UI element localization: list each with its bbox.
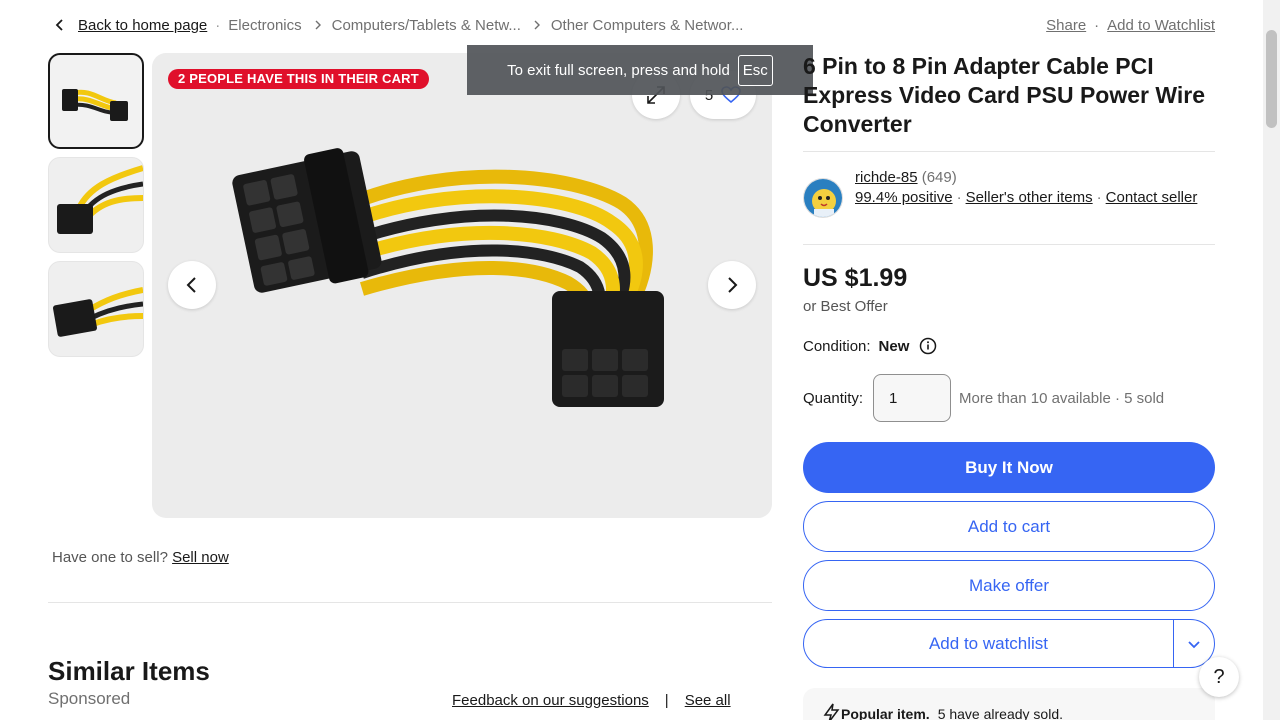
fullscreen-exit-toast: To exit full screen, press and hold Esc [467, 45, 813, 95]
seller-other-items-link[interactable]: Seller's other items [966, 189, 1093, 206]
cable-thumbnail-image [53, 287, 143, 337]
chevron-right-icon [534, 20, 540, 30]
cart-count-badge: 2 PEOPLE HAVE THIS IN THEIR CART [168, 69, 429, 89]
help-button[interactable]: ? [1199, 657, 1239, 697]
previous-image-button[interactable] [168, 261, 216, 309]
cable-thumbnail-image [62, 89, 128, 121]
breadcrumb-separator: · [215, 16, 221, 34]
thumbnail-list [48, 53, 144, 365]
breadcrumb-item-electronics[interactable]: Electronics [228, 17, 301, 34]
chevron-left-icon[interactable] [52, 17, 68, 33]
add-to-watchlist-button[interactable]: Add to watchlist [804, 620, 1174, 667]
seller-feedback-count: (649) [921, 169, 957, 186]
contact-seller-link[interactable]: Contact seller [1106, 189, 1198, 206]
chevron-right-icon [315, 20, 321, 30]
similar-items-links: Feedback on our suggestions | See all [452, 692, 731, 709]
seller-info: richde-85 (649) 99.4% positive · Seller's … [855, 168, 1197, 218]
add-to-cart-button[interactable]: Add to cart [803, 501, 1215, 552]
product-title: 6 Pin to 8 Pin Adapter Cable PCI Express… [803, 53, 1206, 137]
feedback-link[interactable]: Feedback on our suggestions [452, 692, 649, 709]
thumbnail-2[interactable] [48, 157, 144, 253]
availability-text: More than 10 available · 5 sold [959, 389, 1165, 407]
cable-thumbnail-image [57, 165, 143, 234]
product-image-viewer[interactable]: 2 PEOPLE HAVE THIS IN THEIR CART 5 [152, 53, 772, 518]
popular-title: Popular item. [841, 706, 930, 720]
condition-label: Condition: [803, 337, 871, 355]
chevron-down-icon [1188, 640, 1200, 648]
action-separator: · [1094, 16, 1100, 34]
add-to-watchlist-split-button: Add to watchlist [803, 619, 1215, 668]
best-offer-label: or Best Offer [803, 298, 888, 315]
condition-row: Condition: New [803, 337, 937, 355]
share-link[interactable]: Share [1046, 17, 1086, 34]
section-divider [48, 602, 772, 603]
breadcrumb: Back to home page · Electronics Computer… [52, 14, 743, 36]
seller-separator: · [1096, 189, 1102, 206]
next-image-button[interactable] [708, 261, 756, 309]
link-separator: | [664, 692, 669, 709]
top-actions: Share · Add to Watchlist [1046, 14, 1215, 36]
seller-card: richde-85 (649) 99.4% positive · Seller's … [803, 168, 1215, 218]
lightning-icon [823, 703, 840, 720]
see-all-link[interactable]: See all [685, 692, 731, 709]
price: US $1.99 [803, 264, 908, 292]
thumbnail-3[interactable] [48, 261, 144, 357]
chevron-right-icon [728, 277, 738, 293]
info-icon[interactable] [919, 337, 937, 355]
similar-items-heading: Similar Items [48, 656, 210, 686]
scrollbar-track[interactable] [1263, 0, 1280, 720]
popular-item-notice: Popular item. 5 have already sold. [803, 688, 1215, 720]
sell-prompt: Have one to sell? Sell now [52, 549, 229, 566]
esc-key-hint: Esc [737, 54, 773, 86]
sponsored-label: Sponsored [48, 689, 131, 708]
thumbnail-1[interactable] [48, 53, 144, 149]
condition-value: New [878, 337, 910, 355]
breadcrumb-item-computers[interactable]: Computers/Tablets & Netw... [332, 17, 521, 34]
scrollbar-thumb[interactable] [1266, 30, 1277, 128]
add-to-watchlist-link[interactable]: Add to Watchlist [1107, 17, 1215, 34]
seller-divider [803, 244, 1215, 245]
seller-name-link[interactable]: richde-85 [855, 169, 918, 186]
cable-product-image [232, 148, 664, 407]
title-divider [803, 151, 1215, 152]
seller-feedback-link[interactable]: 99.4% positive [855, 189, 953, 206]
back-to-home-link[interactable]: Back to home page [78, 17, 207, 34]
quantity-label: Quantity: [803, 389, 864, 407]
popular-text: 5 have already sold. [937, 706, 1063, 720]
chevron-left-icon [186, 277, 196, 293]
avatar-image [804, 179, 842, 217]
quantity-row: Quantity: More than 10 available · 5 sol… [803, 374, 1164, 422]
seller-avatar[interactable] [803, 178, 843, 218]
make-offer-button[interactable]: Make offer [803, 560, 1215, 611]
toast-message: To exit full screen, press and hold [507, 61, 730, 79]
sell-now-link[interactable]: Sell now [172, 549, 229, 566]
buy-it-now-button[interactable]: Buy It Now [803, 442, 1215, 493]
breadcrumb-item-other-computers[interactable]: Other Computers & Networ... [551, 17, 744, 34]
quantity-input[interactable] [873, 374, 952, 422]
sell-question: Have one to sell? [52, 549, 168, 566]
seller-separator: · [956, 189, 962, 206]
